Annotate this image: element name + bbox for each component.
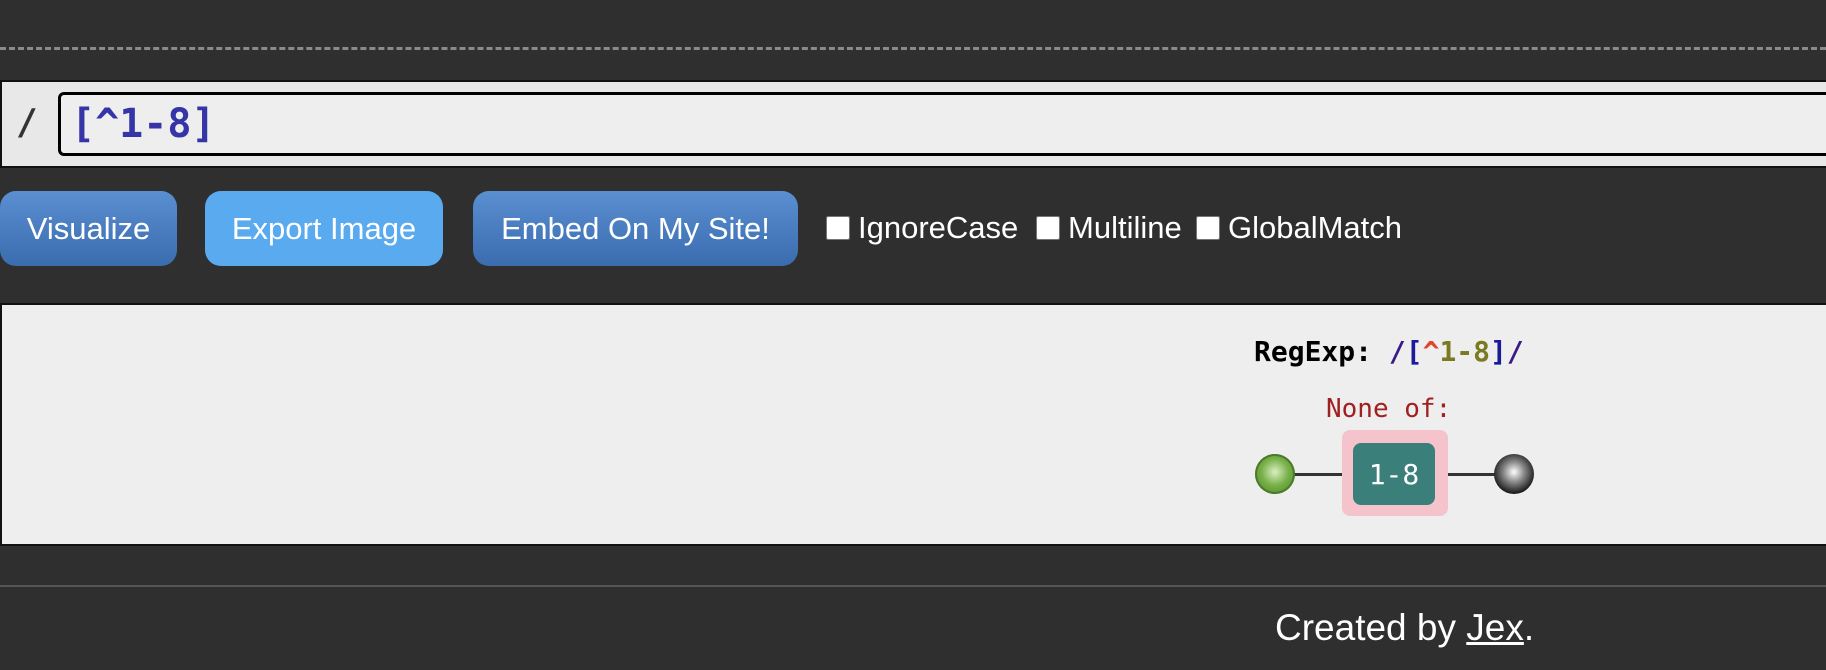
regexp-open-bracket: [ [1405,335,1423,368]
connector-start-line [1293,473,1345,476]
end-node [1494,454,1534,494]
regex-input[interactable] [58,92,1826,156]
footer-divider [0,585,1826,587]
ignore-case-label: IgnoreCase [858,210,1019,245]
footer-prefix: Created by [1275,607,1467,648]
multiline-option[interactable]: Multiline [1036,210,1182,246]
start-node [1255,454,1295,494]
author-link[interactable]: Jex [1466,607,1524,648]
global-match-option[interactable]: GlobalMatch [1196,210,1402,246]
regexp-range: 1-8 [1439,335,1491,368]
regexp-title: RegExp: /[^1-8]/ [1254,335,1524,368]
footer-credit: Created by Jex. [1275,607,1534,649]
set-caption: None of: [1326,394,1452,424]
multiline-label: Multiline [1068,210,1182,245]
visualization-panel [0,303,1826,546]
regexp-caret: ^ [1422,335,1440,368]
global-match-label: GlobalMatch [1228,210,1403,245]
regexp-close-bracket: ] [1490,335,1507,368]
embed-on-site-button[interactable]: Embed On My Site! [473,191,798,266]
visualize-button[interactable]: Visualize [0,191,177,266]
regex-slash-prefix: / [16,102,38,143]
range-node: 1-8 [1353,443,1435,505]
multiline-checkbox[interactable] [1036,216,1060,240]
top-dashed-divider [0,47,1826,50]
regexp-prefix: RegExp: [1254,335,1389,368]
connector-end-line [1446,473,1496,476]
ignore-case-checkbox[interactable] [826,216,850,240]
regex-input-row: / [0,80,1826,168]
ignore-case-option[interactable]: IgnoreCase [826,210,1018,246]
footer-suffix: . [1523,607,1535,648]
global-match-checkbox[interactable] [1196,216,1220,240]
regexp-close-slash: / [1506,335,1524,368]
regexp-open-slash: / [1388,335,1406,368]
export-image-button[interactable]: Export Image [205,191,443,266]
